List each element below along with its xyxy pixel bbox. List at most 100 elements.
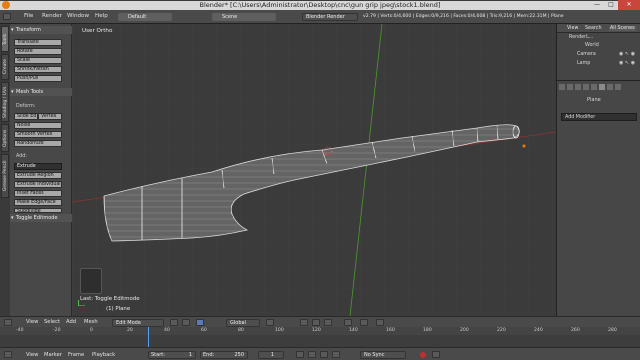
rotate-button[interactable]: Rotate bbox=[14, 48, 62, 55]
inset-faces-button[interactable]: Inset Faces bbox=[14, 190, 62, 197]
vertex-select-icon[interactable] bbox=[300, 319, 308, 326]
keying-set-icon[interactable] bbox=[432, 351, 440, 358]
translate-button[interactable]: Translate bbox=[14, 39, 62, 46]
editor-type-icon[interactable] bbox=[4, 319, 12, 326]
modifiers-wrench-icon[interactable] bbox=[599, 84, 605, 90]
menu-help[interactable]: Help bbox=[95, 13, 108, 19]
close-button[interactable]: ✕ bbox=[618, 0, 640, 10]
outliner-item-renderlayers[interactable]: RenderL... bbox=[569, 35, 593, 40]
ndof-navigation-icon[interactable] bbox=[80, 268, 102, 294]
outliner-search-menu[interactable]: Search bbox=[585, 26, 601, 31]
play-reverse-icon[interactable] bbox=[308, 351, 316, 358]
scene-tab-icon[interactable] bbox=[567, 84, 573, 90]
viewport-shading-icon[interactable] bbox=[170, 319, 178, 326]
render-engine-select[interactable]: Blender Render bbox=[302, 13, 358, 21]
menu-render[interactable]: Render bbox=[42, 13, 62, 19]
window-controls: — □ ✕ bbox=[590, 0, 640, 10]
sync-mode-select[interactable]: No Sync bbox=[360, 351, 406, 359]
tab-create[interactable]: Create bbox=[1, 54, 9, 80]
render-preview-icon[interactable] bbox=[376, 319, 384, 326]
pivot-point-icon[interactable] bbox=[182, 319, 190, 326]
outliner: View Search All Scenes RenderL... World … bbox=[556, 24, 640, 80]
mesh-tools-panel-header[interactable]: Mesh Tools bbox=[10, 88, 72, 96]
screen-layout-field[interactable]: Default bbox=[118, 13, 172, 21]
tab-tools[interactable]: Tools bbox=[1, 26, 9, 52]
play-icon[interactable] bbox=[320, 351, 328, 358]
timeline[interactable]: -40 -20 0 20 40 60 80 100 120 140 160 180 200 220 240 2… bbox=[0, 327, 640, 347]
manipulator-toggle-icon[interactable] bbox=[196, 319, 204, 326]
current-frame-line[interactable] bbox=[148, 327, 149, 347]
edge-select-icon[interactable] bbox=[312, 319, 320, 326]
material-tab-icon[interactable] bbox=[615, 84, 621, 90]
data-tab-icon[interactable] bbox=[607, 84, 613, 90]
menu-add[interactable]: Add bbox=[66, 319, 76, 325]
transform-panel-header[interactable]: Transform bbox=[10, 26, 72, 34]
current-frame-field[interactable]: 1 bbox=[258, 351, 284, 359]
tab-options[interactable]: Options bbox=[1, 124, 9, 152]
minimize-button[interactable]: — bbox=[590, 0, 604, 10]
randomize-button[interactable]: Randomize bbox=[14, 140, 62, 147]
constraints-tab-icon[interactable] bbox=[591, 84, 597, 90]
extrude-individual-button[interactable]: Extrude Individual bbox=[14, 181, 62, 188]
outliner-item-lamp[interactable]: Lamp bbox=[577, 61, 590, 66]
render-tab-icon[interactable] bbox=[559, 84, 565, 90]
timeline-ruler-tick: 20 bbox=[127, 328, 133, 333]
proportional-edit-icon[interactable] bbox=[344, 319, 352, 326]
timeline-ruler[interactable]: -40 -20 0 20 40 60 80 100 120 140 160 180 200 220 240 2… bbox=[0, 327, 640, 335]
extrude-region-button[interactable]: Extrude Region bbox=[14, 172, 62, 179]
menu-window[interactable]: Window bbox=[67, 13, 89, 19]
menu-file[interactable]: File bbox=[24, 13, 33, 19]
scale-button[interactable]: Scale bbox=[14, 57, 62, 64]
menu-view[interactable]: View bbox=[26, 319, 38, 325]
subdivide-button[interactable]: Subdivide bbox=[14, 208, 62, 213]
outliner-item-camera[interactable]: Camera bbox=[577, 52, 596, 57]
layer-icon[interactable] bbox=[266, 319, 274, 326]
timeline-menu-view[interactable]: View bbox=[26, 352, 38, 358]
timeline-menu-frame[interactable]: Frame bbox=[68, 352, 84, 358]
slide-edge-button[interactable]: Slide Ed bbox=[14, 113, 38, 120]
noise-button[interactable]: Noise bbox=[14, 122, 62, 129]
jump-start-icon[interactable] bbox=[296, 351, 304, 358]
camera-visibility-eye-icon[interactable]: ◉ ↖ ◉ bbox=[619, 51, 635, 57]
scene-field[interactable]: Scene bbox=[212, 13, 276, 21]
push-pull-button[interactable]: Push/Pull bbox=[14, 75, 62, 82]
window-title: Blender* [C:\Users\Administrator\Desktop… bbox=[0, 1, 640, 10]
end-frame-field[interactable]: End: 250 bbox=[200, 351, 248, 359]
snap-icon[interactable] bbox=[360, 319, 368, 326]
lamp-visibility-eye-icon[interactable]: ◉ ↖ ◉ bbox=[619, 60, 635, 66]
smooth-vertex-button[interactable]: Smooth Vertex bbox=[14, 131, 62, 138]
object-tab-icon[interactable] bbox=[583, 84, 589, 90]
outliner-item-world[interactable]: World bbox=[585, 43, 599, 48]
viewport-canvas[interactable] bbox=[72, 24, 556, 316]
timeline-ruler-tick: 40 bbox=[164, 328, 170, 333]
tab-grease-pencil[interactable]: Grease Pencil bbox=[1, 154, 9, 198]
info-header: File Render Window Help Default Scene Bl… bbox=[0, 10, 640, 24]
start-frame-field[interactable]: Start: 1 bbox=[148, 351, 196, 359]
jump-end-icon[interactable] bbox=[332, 351, 340, 358]
timeline-menu-marker[interactable]: Marker bbox=[44, 352, 62, 358]
make-edge-face-button[interactable]: Make Edge/Face bbox=[14, 199, 62, 206]
timeline-editor-icon[interactable] bbox=[4, 351, 12, 358]
maximize-button[interactable]: □ bbox=[604, 0, 618, 10]
world-tab-icon[interactable] bbox=[575, 84, 581, 90]
add-modifier-select[interactable]: Add Modifier bbox=[561, 113, 637, 121]
slide-vertex-button[interactable]: Vertex bbox=[38, 113, 62, 120]
outliner-display-select[interactable]: All Scenes bbox=[609, 25, 636, 31]
3d-viewport[interactable]: User Ortho Last: Toggle Editmode (1) Pla… bbox=[72, 24, 556, 316]
extrude-select[interactable]: Extrude bbox=[14, 163, 62, 170]
menu-select[interactable]: Select bbox=[44, 319, 60, 325]
timeline-ruler-tick: -40 bbox=[16, 328, 24, 333]
face-select-icon[interactable] bbox=[324, 319, 332, 326]
viewport-header: View Select Add Mesh Edit Mode Global bbox=[0, 316, 640, 327]
info-editor-icon[interactable] bbox=[3, 13, 11, 20]
timeline-ruler-tick: 200 bbox=[460, 328, 469, 333]
shrink-fatten-button[interactable]: Shrink/Fatten bbox=[14, 66, 62, 73]
menu-mesh[interactable]: Mesh bbox=[84, 319, 98, 325]
toggle-editmode-header[interactable]: Toggle Editmode bbox=[10, 214, 72, 222]
tab-shading-uvs[interactable]: Shading / UVs bbox=[1, 82, 9, 122]
timeline-menu-playback[interactable]: Playback bbox=[92, 352, 115, 358]
transform-orientation-select[interactable]: Global bbox=[226, 319, 260, 327]
outliner-view-menu[interactable]: View bbox=[567, 26, 578, 31]
auto-keying-icon[interactable] bbox=[420, 352, 426, 358]
mode-select[interactable]: Edit Mode bbox=[112, 319, 164, 327]
